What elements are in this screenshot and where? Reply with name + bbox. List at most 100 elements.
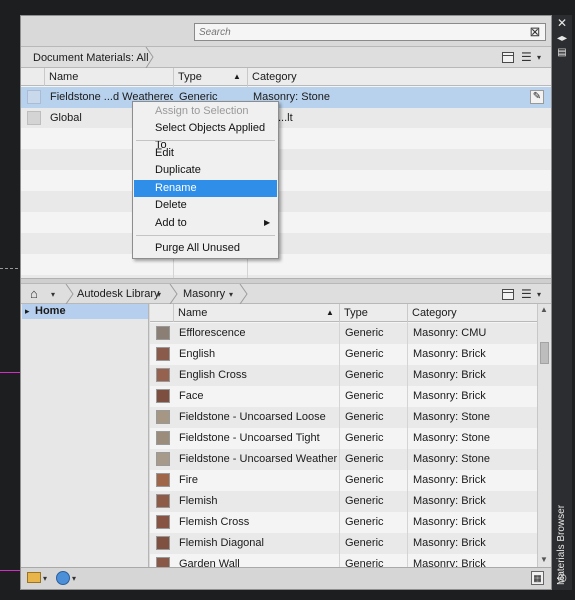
table-row[interactable]: Garden Wall Generic Masonry: Brick	[150, 554, 537, 567]
row-category: Masonry: Brick	[413, 369, 486, 381]
search-input[interactable]	[194, 23, 546, 41]
table-row[interactable]: English Cross Generic Masonry: Brick	[150, 365, 537, 386]
row-category: Masonry: Brick	[413, 495, 486, 507]
table-row[interactable]: English Generic Masonry: Brick	[150, 344, 537, 365]
column-divider	[339, 322, 340, 567]
row-type: Generic	[345, 453, 384, 465]
row-name: Fire	[179, 474, 198, 486]
table-row[interactable]: Flemish Generic Masonry: Brick	[150, 491, 537, 512]
row-type: Generic	[345, 516, 384, 528]
table-row[interactable]: Fieldstone ...d Weathered Generic Masonr…	[21, 87, 551, 108]
row-name: English Cross	[179, 369, 247, 381]
document-materials-filter[interactable]: Document Materials: All	[27, 50, 155, 67]
row-category: Masonry: Brick	[413, 348, 486, 360]
material-swatch	[156, 536, 170, 550]
material-swatch	[156, 389, 170, 403]
menu-item-assign-to-selection[interactable]: Assign to Selection	[134, 103, 277, 120]
submenu-arrow-icon: ▶	[264, 218, 271, 227]
tree-item-label: Home	[35, 305, 66, 317]
table-row[interactable]: Flemish Diagonal Generic Masonry: Brick	[150, 533, 537, 554]
row-category: Masonry: Brick	[413, 537, 486, 549]
sort-ascending-icon: ▲	[233, 72, 241, 81]
material-swatch	[156, 347, 170, 361]
library-tree: ▸ Home	[21, 304, 149, 567]
row-name: Garden Wall	[179, 558, 240, 567]
row-category: Masonry: Stone	[413, 411, 491, 423]
table-row[interactable]: Face Generic Masonry: Brick	[150, 386, 537, 407]
row-category: Masonry: Stone	[413, 453, 491, 465]
scroll-thumb[interactable]	[540, 342, 549, 364]
column-category[interactable]: Category	[407, 304, 537, 322]
row-type: Generic	[345, 411, 384, 423]
menu-separator	[136, 140, 275, 141]
breadcrumb-autodesk-library[interactable]: Autodesk Library	[71, 286, 166, 303]
column-category[interactable]: Category	[247, 68, 551, 86]
column-name[interactable]: Name	[44, 68, 173, 86]
menu-item-duplicate[interactable]: Duplicate	[134, 162, 277, 179]
material-swatch	[156, 452, 170, 466]
row-category: Masonry: Brick	[413, 390, 486, 402]
auto-hide-icon[interactable]: ◂▸	[555, 32, 569, 45]
table-row[interactable]: Fieldstone - Uncoarsed Weathered Generic M…	[150, 449, 537, 470]
close-icon[interactable]: ✕	[555, 17, 569, 30]
material-swatch	[27, 111, 41, 125]
home-icon[interactable]: ⌂	[30, 287, 38, 300]
row-category: Masonry: Brick	[413, 474, 486, 486]
row-type: Generic	[345, 432, 384, 444]
row-type: Generic	[345, 495, 384, 507]
material-swatch	[156, 431, 170, 445]
material-editor-icon[interactable]: ▦	[531, 571, 544, 585]
menu-item-delete[interactable]: Delete	[134, 197, 277, 214]
scroll-up-icon[interactable]: ▲	[540, 306, 548, 314]
view-mode-icon[interactable]	[502, 52, 514, 63]
properties-icon[interactable]: ▤	[555, 46, 569, 59]
library-scrollbar[interactable]: ▲ ▼	[537, 304, 551, 567]
row-name: Flemish Diagonal	[179, 537, 264, 549]
chevron-down-icon[interactable]: ▾	[537, 290, 541, 300]
row-category: Masonry: Brick	[413, 558, 486, 567]
tree-item-home[interactable]: ▸ Home	[22, 304, 148, 319]
breadcrumb-separator-icon	[239, 284, 248, 304]
row-type: Generic	[345, 369, 384, 381]
list-options-icon[interactable]: ☰	[521, 51, 532, 63]
row-category: Masonry: Brick	[413, 516, 486, 528]
edit-material-icon[interactable]: ✎	[530, 90, 544, 104]
row-name: Flemish Cross	[179, 516, 250, 528]
table-row[interactable]: Global ...lt	[21, 108, 551, 129]
table-row[interactable]: Fieldstone - Uncoarsed Loose Generic Mason…	[150, 407, 537, 428]
scroll-down-icon[interactable]: ▼	[540, 556, 548, 564]
view-mode-icon[interactable]	[502, 289, 514, 300]
row-name: English	[179, 348, 216, 360]
material-swatch	[156, 515, 170, 529]
chevron-down-icon[interactable]: ▾	[537, 53, 541, 63]
chevron-down-icon[interactable]: ▾	[229, 290, 233, 300]
chevron-down-icon[interactable]: ▾	[157, 290, 161, 300]
table-row[interactable]: Fire Generic Masonry: Brick	[150, 470, 537, 491]
table-row[interactable]: Flemish Cross Generic Masonry: Brick	[150, 512, 537, 533]
table-row[interactable]: Efflorescence Generic Masonry: CMU	[150, 323, 537, 344]
material-swatch	[156, 473, 170, 487]
material-swatch	[156, 368, 170, 382]
material-swatch	[27, 90, 41, 104]
row-category: Masonry: Stone	[253, 91, 331, 103]
column-name[interactable]: Name	[173, 304, 339, 322]
menu-item-purge-all-unused[interactable]: Purge All Unused	[134, 240, 277, 257]
library-breadcrumb-bar: ⌂ ▾ Autodesk Library ▾ Masonry ▾ ☰ ▾	[21, 283, 551, 304]
library-table-header: Name ▲ Type Category	[150, 304, 537, 322]
table-row[interactable]: Fieldstone - Uncoarsed Tight Generic Mason…	[150, 428, 537, 449]
clear-search-icon[interactable]: ⊠	[528, 25, 542, 39]
chevron-down-icon[interactable]: ▾	[51, 290, 55, 300]
menu-item-rename[interactable]: Rename	[134, 180, 277, 197]
list-options-icon[interactable]: ☰	[521, 288, 532, 300]
row-name: Flemish	[179, 495, 218, 507]
menu-item-edit[interactable]: Edit	[134, 145, 277, 162]
breadcrumb-masonry[interactable]: Masonry	[177, 286, 231, 303]
expand-arrow-icon[interactable]: ▸	[25, 305, 30, 318]
column-type[interactable]: Type	[339, 304, 407, 322]
chevron-down-icon[interactable]: ▾	[72, 574, 76, 584]
create-material-icon[interactable]	[56, 571, 70, 585]
chevron-down-icon[interactable]: ▾	[43, 574, 47, 584]
menu-item-select-objects-applied-to[interactable]: Select Objects Applied To	[134, 120, 277, 151]
menu-item-add-to[interactable]: Add to	[134, 215, 277, 232]
folder-icon[interactable]	[27, 572, 41, 583]
